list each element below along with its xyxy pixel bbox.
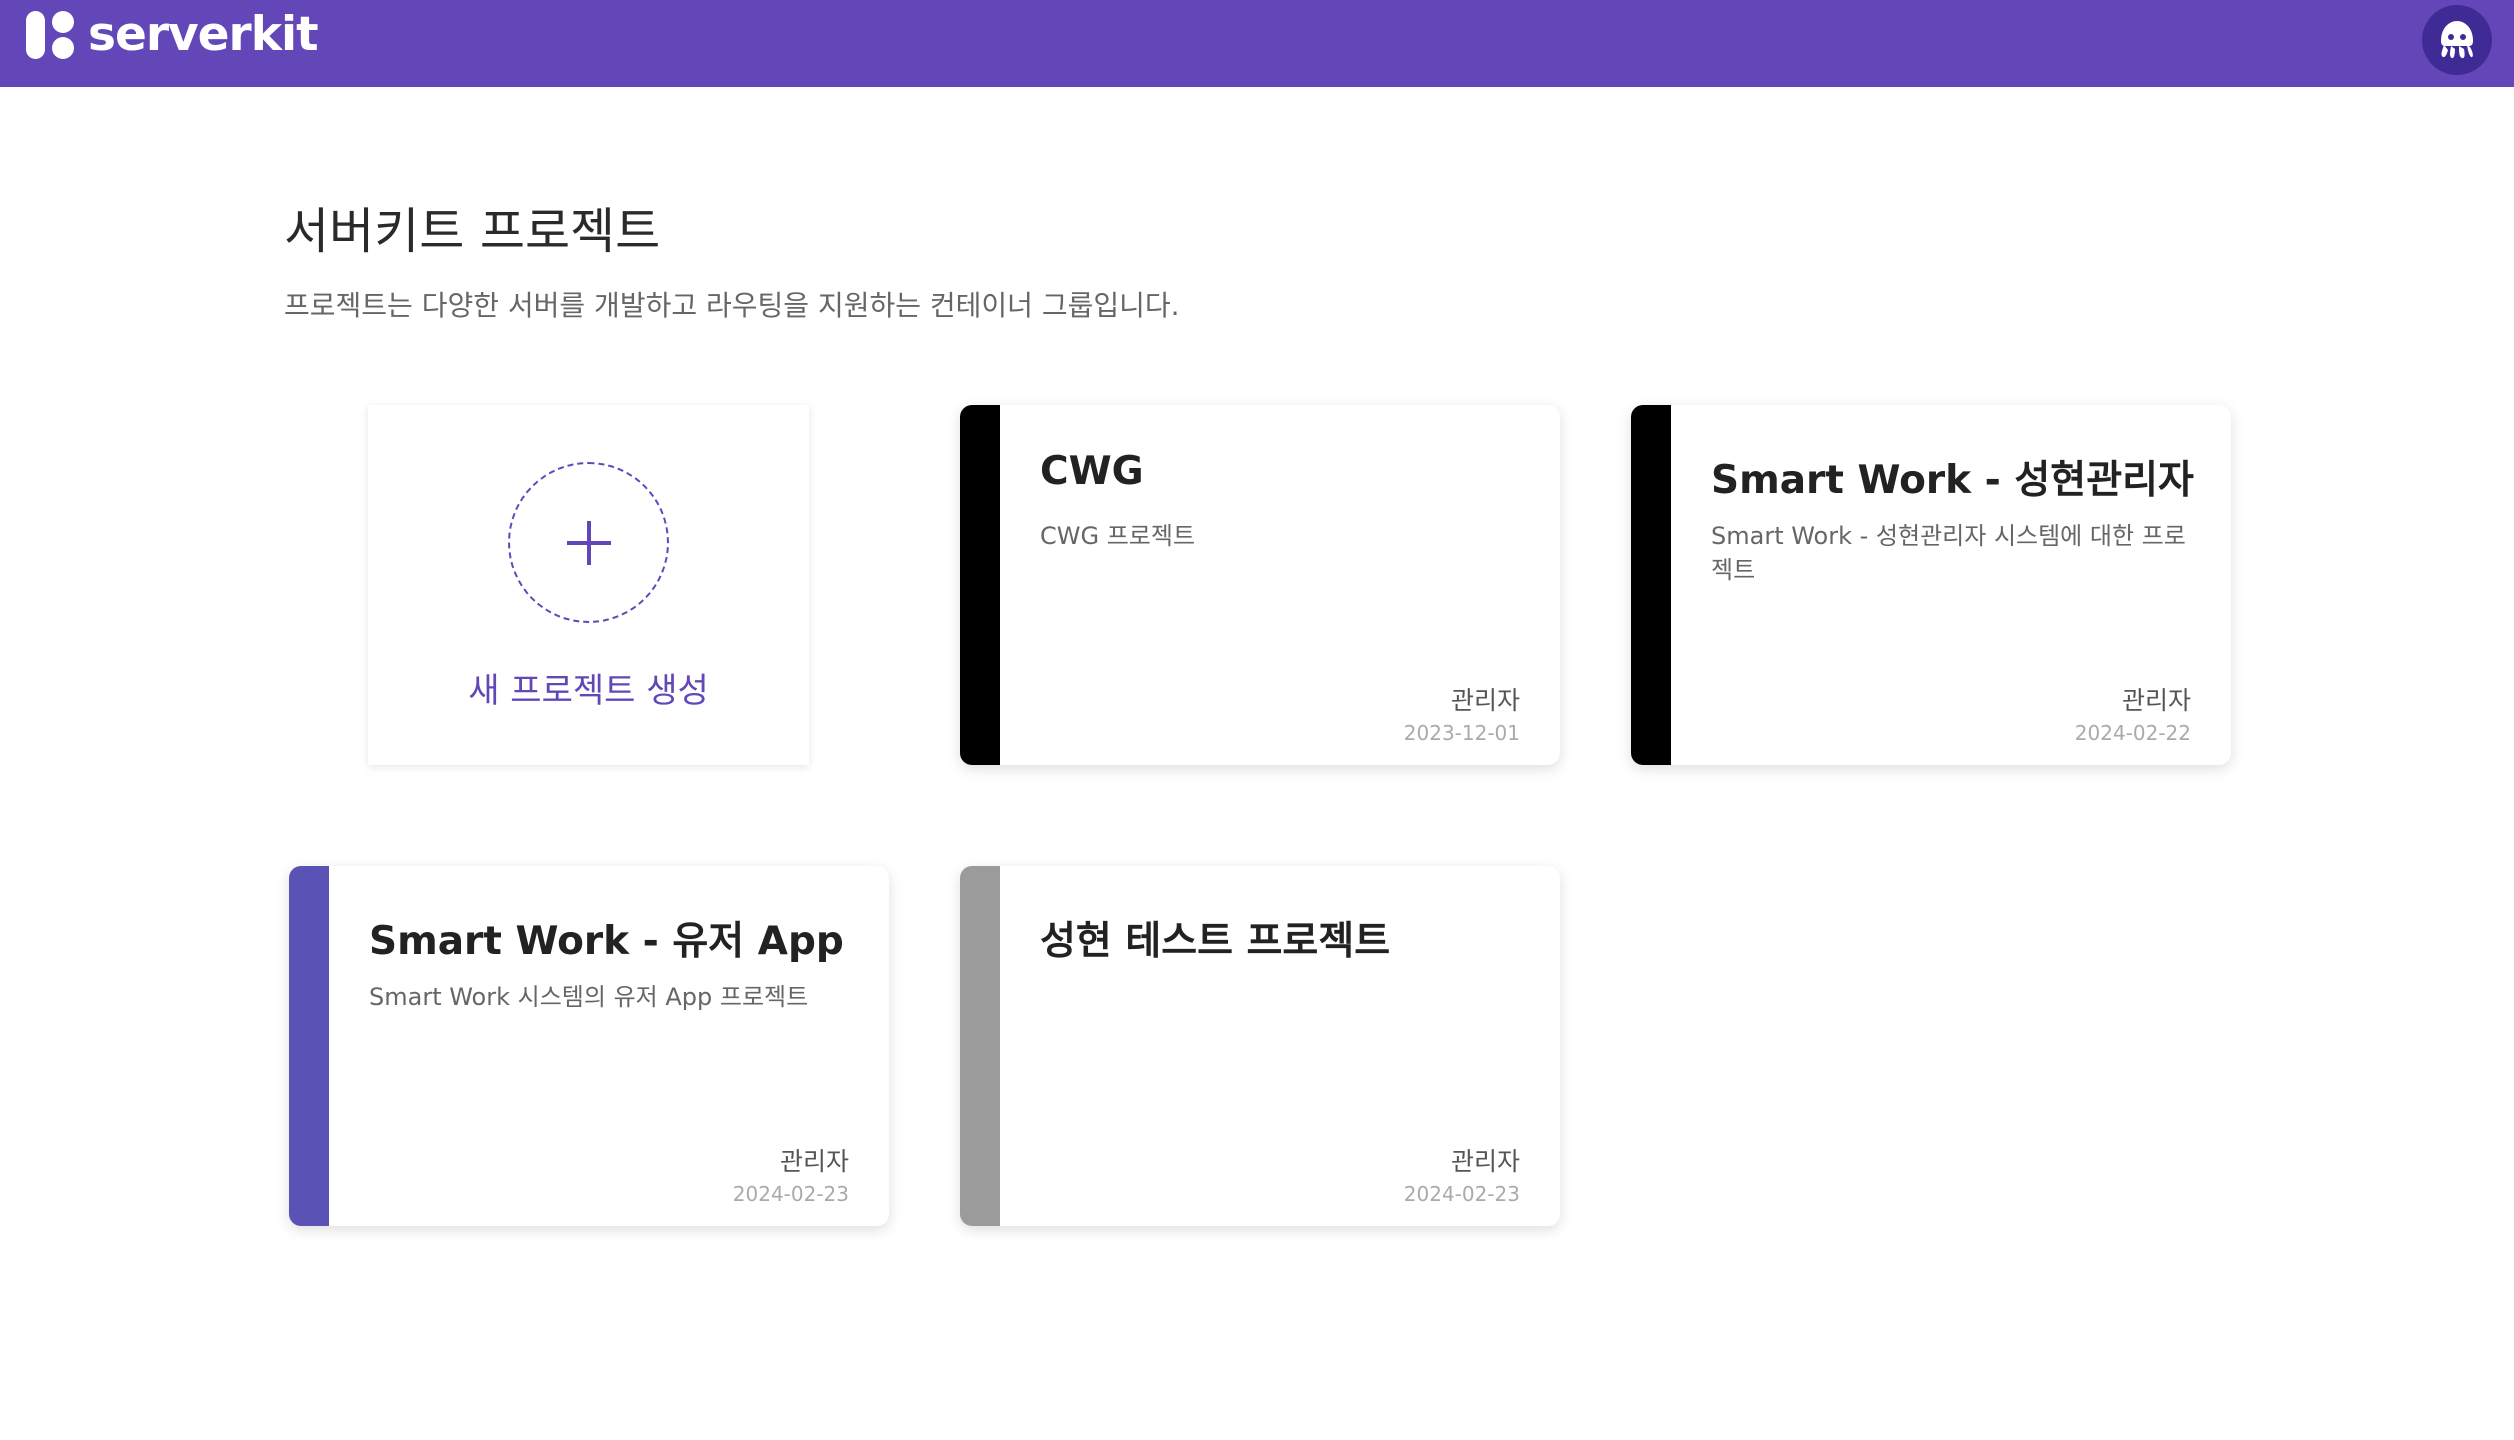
page-description: 프로젝트는 다양한 서버를 개발하고 라우팅을 지원하는 컨테이너 그룹입니다. (284, 289, 1180, 322)
project-owner: 관리자 (1450, 1147, 1520, 1176)
project-description: Smart Work 시스템의 유저 App 프로젝트 (369, 983, 809, 1011)
create-project-label: 새 프로젝트 생성 (468, 671, 709, 711)
project-accent-stripe (960, 866, 1000, 1226)
top-navbar: serverkit (0, 0, 2514, 87)
project-title: CWG (1040, 449, 1144, 494)
page-title: 서버키트 프로젝트 (284, 203, 661, 260)
plus-icon (566, 520, 611, 565)
project-owner: 관리자 (779, 1147, 849, 1176)
project-description: Smart Work - 성현관리자 시스템에 대한 프로젝트 (1711, 522, 2186, 584)
project-title: Smart Work - 성현관리자 (1711, 458, 2194, 503)
project-owner: 관리자 (2121, 686, 2191, 715)
project-card-test-project[interactable]: 성현 테스트 프로젝트 관리자 2024-02-23 (960, 866, 1560, 1226)
brand-logo[interactable]: serverkit (26, 0, 319, 78)
serverkit-logo-icon (26, 10, 74, 59)
project-accent-stripe (960, 405, 1000, 765)
brand-name: serverkit (88, 7, 319, 62)
project-title: 성현 테스트 프로젝트 (1040, 919, 1391, 964)
project-description: CWG 프로젝트 (1040, 522, 1196, 550)
project-accent-stripe (289, 866, 329, 1226)
project-date: 2024-02-23 (732, 1182, 849, 1206)
add-project-circle[interactable] (508, 462, 669, 623)
project-owner: 관리자 (1450, 686, 1520, 715)
user-avatar[interactable] (2422, 4, 2492, 75)
project-date: 2024-02-23 (1403, 1182, 1520, 1206)
project-card-cwg[interactable]: CWG CWG 프로젝트 관리자 2023-12-01 (960, 405, 1560, 765)
project-card-smart-work-admin[interactable]: Smart Work - 성현관리자 Smart Work - 성현관리자 시스… (1631, 405, 2231, 765)
project-title: Smart Work - 유저 App (369, 919, 844, 964)
project-card-smart-work-user-app[interactable]: Smart Work - 유저 App Smart Work 시스템의 유저 A… (289, 866, 889, 1226)
project-date: 2023-12-01 (1403, 721, 1520, 745)
octopus-avatar-icon (2441, 20, 2473, 58)
project-accent-stripe (1631, 405, 1671, 765)
project-date: 2024-02-22 (2074, 721, 2191, 745)
create-project-card[interactable]: 새 프로젝트 생성 (368, 405, 809, 765)
